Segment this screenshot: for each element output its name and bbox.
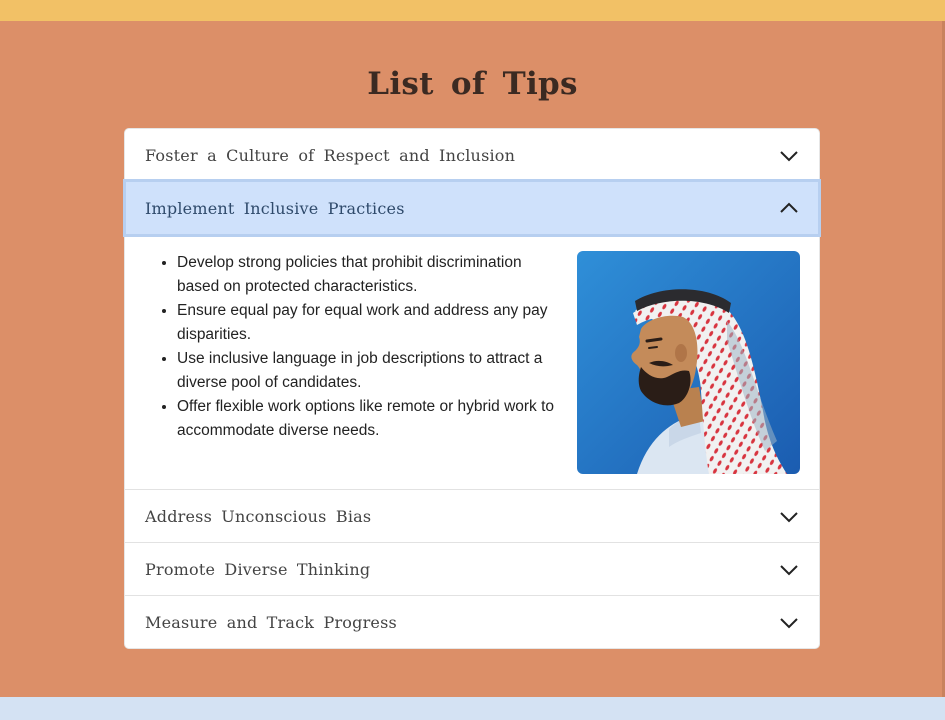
list-item: Develop strong policies that prohibit di… (177, 251, 567, 299)
accordion-item-measure-progress[interactable]: Measure and Track Progress (125, 596, 819, 649)
tips-list: Develop strong policies that prohibit di… (177, 251, 567, 443)
accordion-item-label: Address Unconscious Bias (145, 507, 372, 526)
accordion-item-label: Foster a Culture of Respect and Inclusio… (145, 146, 516, 165)
footer-strip (0, 697, 945, 720)
man-portrait-illustration (577, 251, 800, 474)
chevron-down-icon (780, 617, 798, 628)
accordion-item-unconscious-bias[interactable]: Address Unconscious Bias (125, 490, 819, 543)
accordion-item-label: Measure and Track Progress (145, 613, 397, 632)
chevron-down-icon (780, 564, 798, 575)
chevron-down-icon (780, 511, 798, 522)
page-title: List of Tips (367, 66, 578, 102)
tips-accordion: Foster a Culture of Respect and Inclusio… (123, 128, 821, 649)
accordion-item-label: Promote Diverse Thinking (145, 560, 371, 579)
accordion-item-label: Implement Inclusive Practices (145, 198, 405, 218)
accordion-item-diverse-thinking[interactable]: Promote Diverse Thinking (125, 543, 819, 596)
chevron-down-icon (780, 150, 798, 161)
chevron-up-icon (780, 202, 798, 213)
top-banner-strip (0, 0, 945, 21)
list-item: Use inclusive language in job descriptio… (177, 347, 567, 395)
accordion-panel-inclusive-practices: Develop strong policies that prohibit di… (125, 237, 819, 489)
accordion-item-inclusive-practices[interactable]: Implement Inclusive Practices (123, 179, 821, 237)
accordion-item-foster-culture[interactable]: Foster a Culture of Respect and Inclusio… (125, 129, 819, 182)
list-item: Ensure equal pay for equal work and addr… (177, 299, 567, 347)
list-item: Offer flexible work options like remote … (177, 395, 567, 443)
